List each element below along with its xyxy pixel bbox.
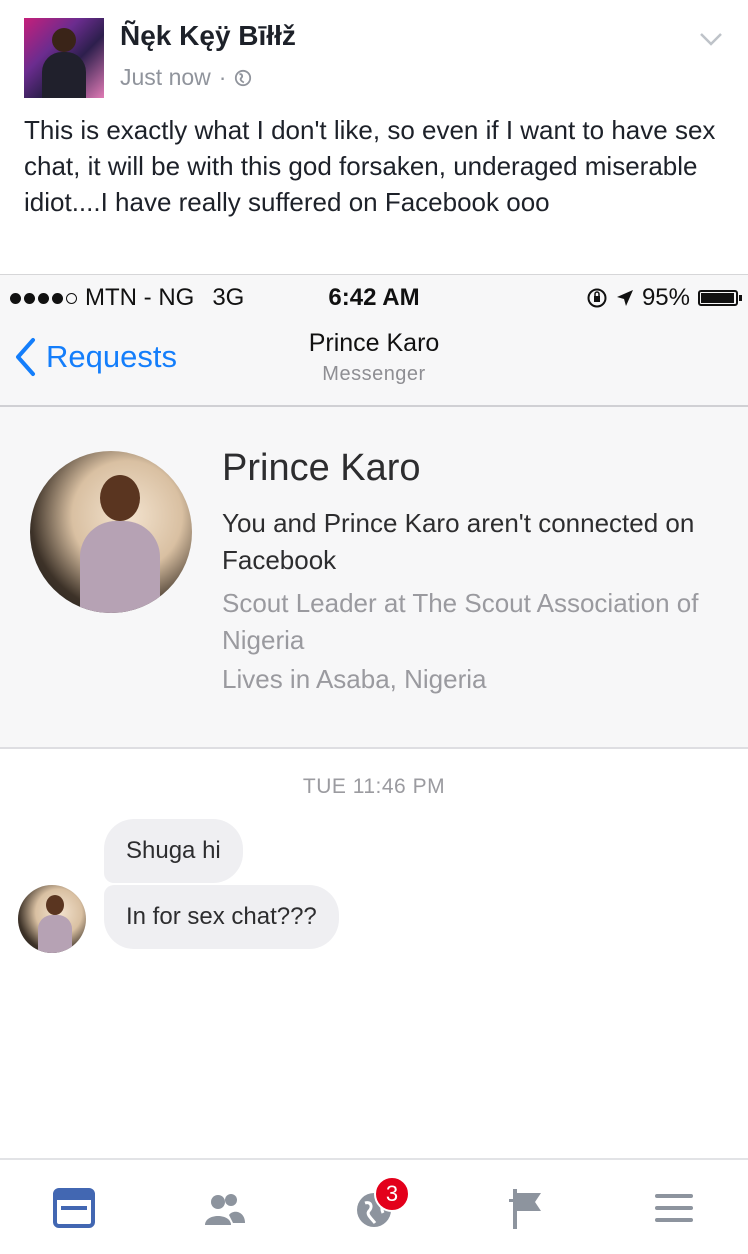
profile-card: Prince Karo You and Prince Karo aren't c…	[0, 407, 748, 749]
tab-menu[interactable]	[644, 1178, 704, 1238]
news-feed-icon	[53, 1188, 95, 1228]
battery-icon	[698, 290, 742, 306]
profile-photo[interactable]	[30, 451, 192, 613]
tab-friends[interactable]	[194, 1178, 254, 1238]
message-bubble[interactable]: Shuga hi	[104, 819, 243, 883]
status-bar: MTN - NG 3G 6:42 AM 95%	[0, 275, 748, 319]
profile-work: Scout Leader at The Scout Association of…	[222, 588, 699, 655]
pages-flag-icon	[509, 1189, 541, 1229]
menu-icon	[655, 1194, 693, 1222]
messenger-nav-bar: Requests Prince Karo Messenger	[0, 319, 748, 407]
bottom-tab-bar: 3	[0, 1158, 748, 1254]
tab-pages[interactable]	[494, 1178, 554, 1238]
connection-status: You and Prince Karo aren't connected on …	[222, 508, 695, 575]
profile-name: Prince Karo	[222, 447, 421, 489]
post-text: This is exactly what I don't like, so ev…	[24, 115, 716, 217]
status-right: 95%	[586, 284, 742, 312]
message-timestamp: TUE 11:46 PM	[302, 775, 446, 798]
post-header: Ñęk Kęÿ Bīłłž Just now ·	[0, 0, 748, 112]
location-arrow-icon	[616, 290, 633, 306]
sender-avatar[interactable]	[18, 885, 86, 953]
tab-notifications[interactable]: 3	[344, 1176, 410, 1238]
public-globe-icon	[235, 69, 252, 86]
post-meta: Just now ·	[120, 64, 252, 91]
meta-separator: ·	[218, 64, 227, 90]
battery-percent: 95%	[641, 284, 690, 311]
friends-icon	[205, 1194, 245, 1225]
poster-avatar[interactable]	[24, 18, 104, 98]
rotation-lock-icon	[587, 288, 607, 308]
conversation-subtitle: Messenger	[322, 363, 426, 385]
conversation-title: Prince Karo	[308, 329, 440, 357]
chevron-down-icon[interactable]	[698, 26, 724, 52]
tab-news-feed[interactable]	[44, 1178, 104, 1238]
message-bubble[interactable]: In for sex chat???	[104, 885, 339, 949]
shared-screenshot[interactable]: MTN - NG 3G 6:42 AM 95% Requests Prince …	[0, 274, 748, 1157]
chat-thread: TUE 11:46 PM Shuga hi In for sex chat???	[0, 749, 748, 1157]
notification-badge: 3	[374, 1176, 410, 1212]
post-time[interactable]: Just now	[120, 64, 211, 91]
profile-location: Lives in Asaba, Nigeria	[222, 664, 487, 694]
poster-name[interactable]: Ñęk Kęÿ Bīłłž	[120, 20, 296, 52]
